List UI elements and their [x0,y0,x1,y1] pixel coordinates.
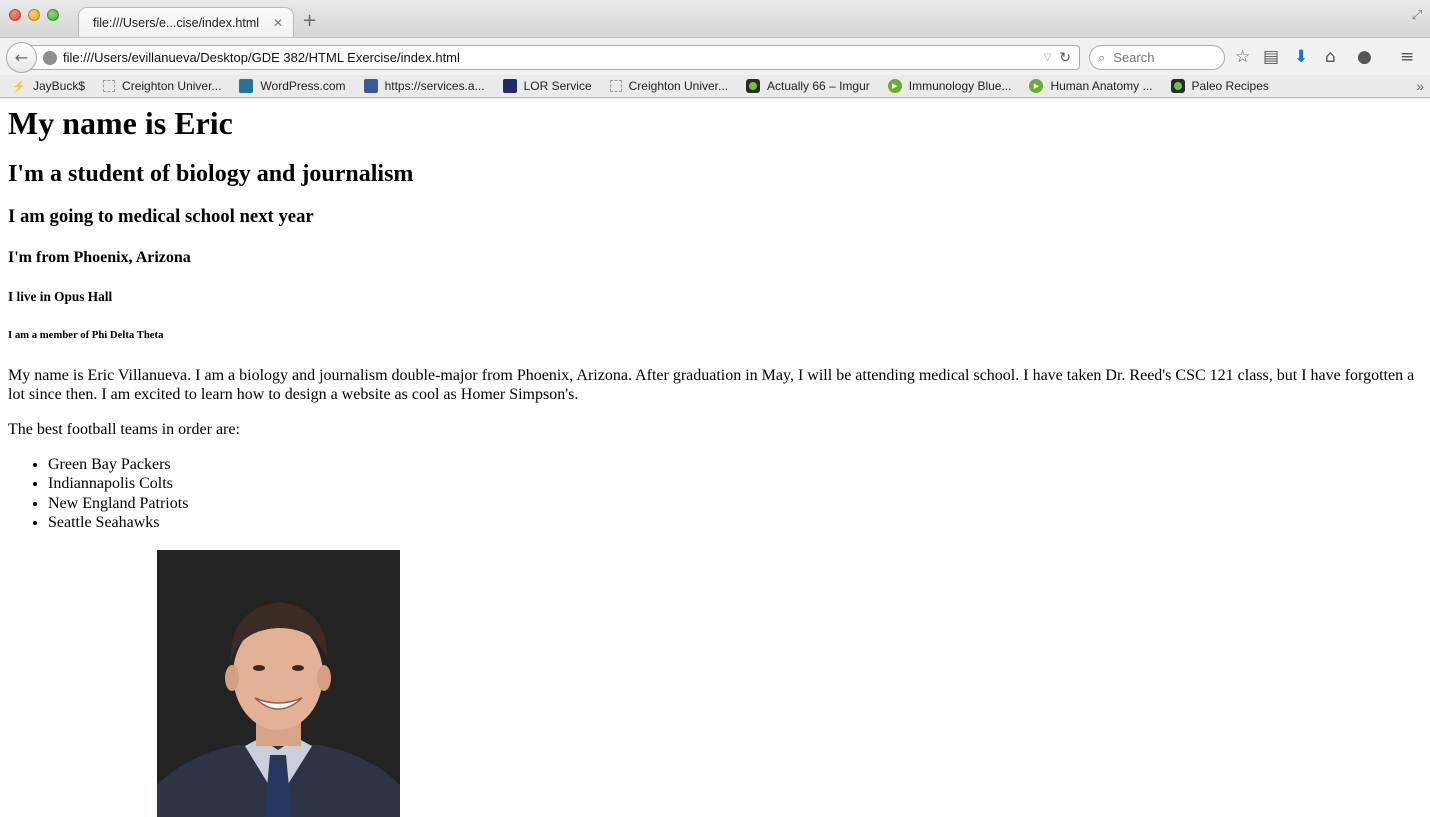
services-icon [363,79,378,93]
chat-icon[interactable]: ● [1357,47,1372,67]
list-item: Green Bay Packers [48,455,1422,474]
url-history-dropdown-icon[interactable]: ▽ [1044,52,1052,63]
heading-3: I am going to medical school next year [8,206,314,227]
bookmark-item[interactable]: Paleo Recipes [1170,79,1269,93]
window-titlebar: file:///Users/e...cise/index.html ✕ + ⤢ [0,0,1430,37]
bookmark-label: Actually 66 – Imgur [767,79,870,93]
bookmark-item[interactable]: Creighton Univer... [103,79,221,93]
home-icon[interactable]: ⌂ [1325,47,1336,67]
bookmark-item[interactable]: ⚡ JayBuck$ [12,79,85,93]
bookmark-item[interactable]: LOR Service [502,79,592,93]
jaybucks-icon: ⚡ [12,80,26,93]
bookmark-star-icon[interactable]: ☆ [1235,47,1250,67]
url-bar[interactable]: file:///Users/evillanueva/Desktop/GDE 38… [30,45,1080,70]
imgur-icon [746,79,761,93]
page-content: My name is Eric I'm a student of biology… [0,99,1430,817]
window-controls [9,9,59,21]
teams-intro: The best football teams in order are: [8,421,240,438]
bookmark-label: JayBuck$ [33,79,86,93]
play-icon: ▶ [1029,79,1044,93]
menu-icon[interactable]: ≡ [1400,47,1414,67]
bookmark-label: Paleo Recipes [1191,79,1269,93]
bookmark-item[interactable]: https://services.a... [363,79,485,93]
bookmark-label: https://services.a... [384,79,485,93]
heading-2: I'm a student of biology and journalism [8,161,414,187]
minimize-window-button[interactable] [28,9,40,21]
dotted-page-icon [609,80,622,92]
new-tab-icon[interactable]: + [302,12,317,30]
bookmark-label: Human Anatomy ... [1050,79,1153,93]
wordpress-icon [239,79,254,93]
reload-icon[interactable]: ↻ [1059,49,1071,66]
bookmarks-toolbar: ⚡ JayBuck$ Creighton Univer... WordPress.co… [0,75,1430,98]
cu-icon [502,79,517,93]
play-icon: ▶ [887,79,902,93]
close-window-button[interactable] [9,9,21,21]
bookmark-item[interactable]: ▶ Human Anatomy ... [1029,79,1153,93]
globe-icon [43,50,57,65]
list-item: New England Patriots [48,494,1422,513]
heading-1: My name is Eric [8,105,233,141]
heading-6: I am a member of Phi Delta Theta [8,329,164,341]
list-item: Indiannapolis Colts [48,474,1422,493]
bookmark-label: WordPress.com [260,79,346,93]
dotted-page-icon [103,80,116,92]
bookmark-label: Immunology Blue... [908,79,1012,93]
profile-photo [157,550,400,817]
url-text[interactable]: file:///Users/evillanueva/Desktop/GDE 38… [63,50,1044,65]
tab-title: file:///Users/e...cise/index.html [93,15,260,30]
paleo-icon [1170,79,1185,93]
reading-list-icon[interactable]: ▤ [1263,47,1279,67]
search-box[interactable]: ⌕ [1089,45,1225,70]
tab-close-icon[interactable]: ✕ [273,16,283,30]
bookmark-label: Creighton Univer... [122,79,222,93]
browser-tab[interactable]: file:///Users/e...cise/index.html ✕ [78,7,294,37]
downloads-icon[interactable]: ⬇ [1294,47,1308,67]
back-button[interactable]: ← [6,42,37,73]
search-icon: ⌕ [1098,49,1106,65]
heading-5: I live in Opus Hall [8,289,113,304]
bookmarks-overflow-icon[interactable]: » [1416,78,1424,94]
navigation-toolbar: file:///Users/evillanueva/Desktop/GDE 38… [0,37,1430,75]
bookmark-item[interactable]: WordPress.com [239,79,346,93]
bookmark-label: Creighton Univer... [628,79,729,93]
bookmark-item[interactable]: Creighton Univer... [609,79,729,93]
bio-paragraph: My name is Eric Villanueva. I am a biolo… [8,367,1415,403]
back-arrow-icon: ← [14,48,29,67]
zoom-window-button[interactable] [47,9,59,21]
bookmark-label: LOR Service [523,79,592,93]
heading-4: I'm from Phoenix, Arizona [8,249,191,266]
bookmark-item[interactable]: Actually 66 – Imgur [746,79,870,93]
search-input[interactable] [1111,49,1202,66]
fullscreen-icon[interactable]: ⤢ [1412,8,1422,23]
list-item: Seattle Seahawks [48,513,1422,532]
teams-list: Green Bay Packers Indiannapolis Colts Ne… [8,455,1422,532]
bookmark-item[interactable]: ▶ Immunology Blue... [887,79,1012,93]
